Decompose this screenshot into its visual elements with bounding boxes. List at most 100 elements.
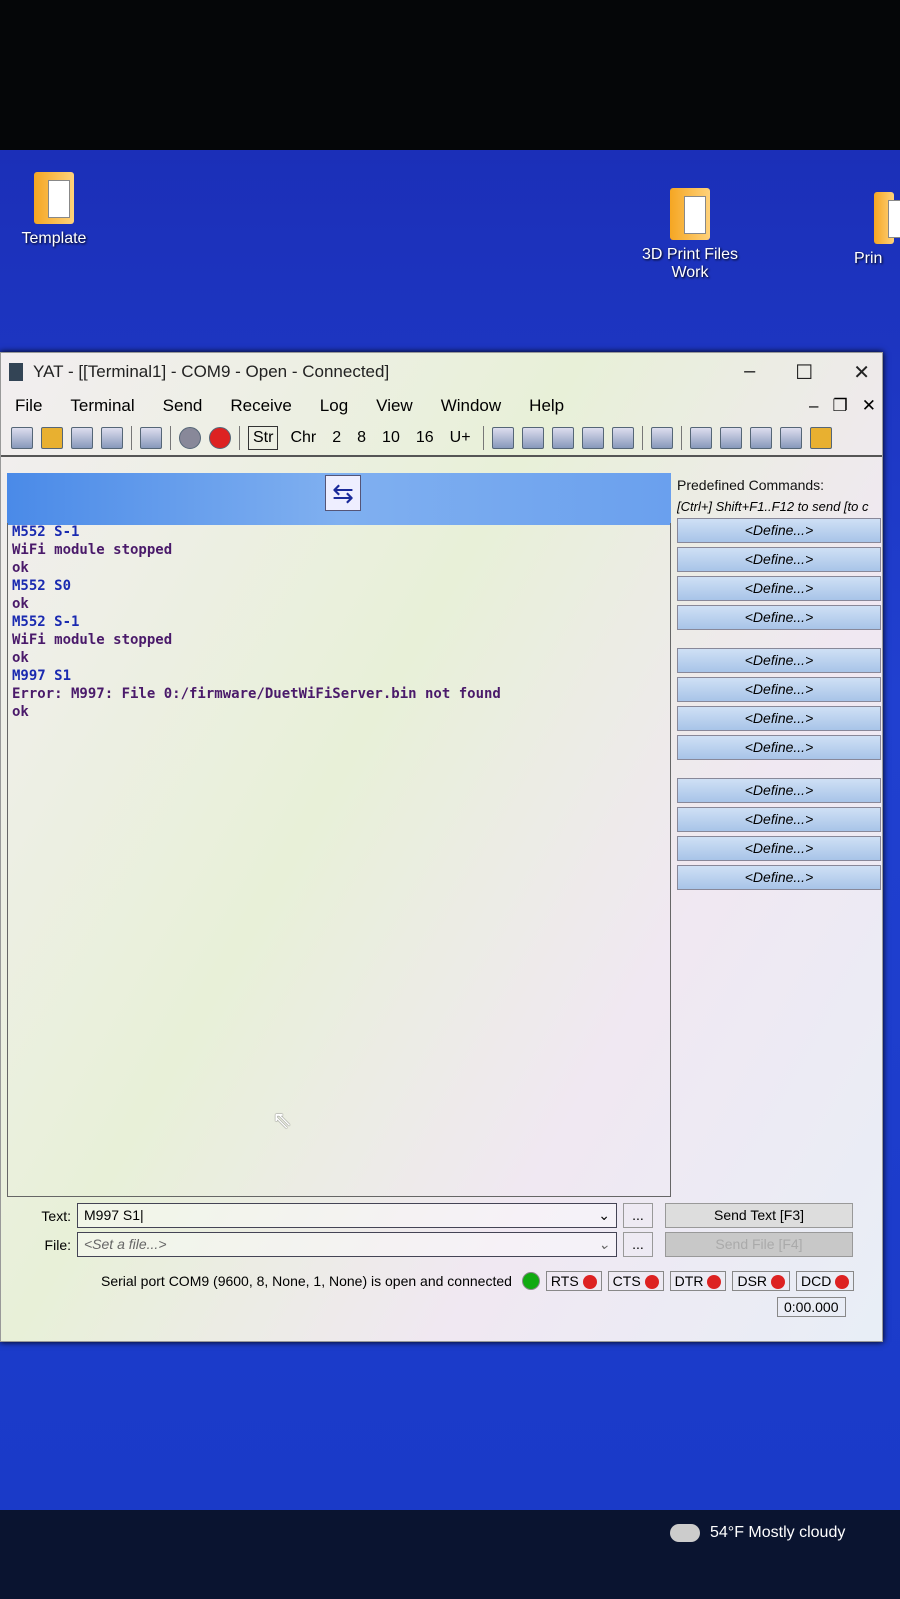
chevron-down-icon[interactable]: ⌄ (598, 1204, 616, 1227)
predefined-hint: [Ctrl+] Shift+F1..F12 to send [to c (677, 499, 869, 514)
send-panel: Text: M997 S1 | ⌄ ... Send Text [F3] File:… (31, 1201, 861, 1259)
print-icon[interactable] (611, 427, 634, 449)
find-icon[interactable] (650, 427, 673, 449)
connection-timer: 0:00.000 (777, 1297, 846, 1317)
radix-str-button[interactable]: Str (248, 426, 279, 450)
connection-led-icon (521, 1272, 540, 1291)
terminal-line: ok (12, 596, 29, 612)
text-label: Text: (41, 1207, 71, 1224)
predefined-command-8-button[interactable]: <Define...> (677, 735, 881, 760)
close-port-icon[interactable] (209, 427, 231, 449)
mdi-close-button[interactable]: ✕ (862, 396, 876, 416)
terminal-line: ok (12, 560, 29, 576)
send-file-button[interactable]: Send File [F4] (665, 1232, 853, 1257)
chevron-down-icon[interactable]: ⌄ (598, 1233, 616, 1256)
menu-bar: File Terminal Send Receive Log View Wind… (1, 391, 882, 421)
desktop-icon-print[interactable]: Prin (820, 192, 900, 268)
title-bar: YAT - [[Terminal1] - COM9 - Open - Conne… (1, 353, 882, 391)
log-view-icon[interactable] (779, 427, 802, 449)
menu-log[interactable]: Log (320, 396, 348, 416)
log-on-icon[interactable] (719, 427, 742, 449)
log-settings-icon[interactable] (689, 427, 712, 449)
close-button[interactable]: ✕ (853, 360, 870, 385)
terminal-output[interactable]: M552 S-1 WiFi module stopped ok M552 S0 ok M5… (7, 523, 671, 1197)
pin-dsr: DSR (732, 1271, 791, 1292)
menu-file[interactable]: File (15, 396, 42, 416)
folder-icon (874, 192, 900, 244)
mdi-minimize-button[interactable]: – (809, 396, 818, 416)
pin-dtr[interactable]: DTR (669, 1271, 727, 1292)
terminal-line: M997 S1 (12, 668, 72, 684)
predefined-command-7-button[interactable]: <Define...> (677, 706, 881, 731)
predefined-command-10-button[interactable]: <Define...> (677, 807, 881, 832)
status-bar: Serial port COM9 (9600, 8, None, 1, None… (101, 1271, 855, 1292)
menu-view[interactable]: View (376, 396, 413, 416)
open-port-icon[interactable] (179, 427, 201, 449)
desktop-icon-3d-print-files[interactable]: 3D Print Files Work (630, 188, 750, 282)
settings-edit-icon[interactable] (140, 427, 162, 449)
pin-dcd: DCD (796, 1271, 855, 1292)
yat-window: YAT - [[Terminal1] - COM9 - Open - Conne… (0, 352, 883, 1342)
send-text-button[interactable]: Send Text [F3] (665, 1203, 853, 1228)
terminal-header: ⇆ (7, 473, 671, 525)
status-message: Serial port COM9 (9600, 8, None, 1, None… (101, 1273, 512, 1290)
terminal-line: Error: M997: File 0:/firmware/DuetWiFiSe… (12, 686, 501, 702)
predefined-command-4-button[interactable]: <Define...> (677, 605, 881, 630)
app-icon (9, 363, 23, 381)
predefined-command-6-button[interactable]: <Define...> (677, 677, 881, 702)
radix-10-button[interactable]: 10 (378, 427, 404, 449)
send-file-input[interactable]: <Set a file...> ⌄ (77, 1232, 617, 1257)
open-folder-icon[interactable] (41, 427, 63, 449)
predefined-command-2-button[interactable]: <Define...> (677, 547, 881, 572)
cloud-icon (670, 1524, 700, 1542)
terminal-line: WiFi module stopped (12, 542, 173, 558)
pin-cts: CTS (607, 1271, 664, 1292)
log-off-icon[interactable] (749, 427, 772, 449)
predefined-command-12-button[interactable]: <Define...> (677, 865, 881, 890)
terminal-line: ok (12, 650, 29, 666)
folder-icon (34, 172, 74, 224)
desktop-icon-template[interactable]: Template (0, 172, 114, 248)
refresh-icon[interactable] (521, 427, 544, 449)
terminal-line: ok (12, 704, 29, 720)
terminal-line: M552 S-1 (12, 614, 80, 630)
predefined-command-3-button[interactable]: <Define...> (677, 576, 881, 601)
predefined-command-9-button[interactable]: <Define...> (677, 778, 881, 803)
copy-icon[interactable] (551, 427, 574, 449)
send-text-input[interactable]: M997 S1 | ⌄ (77, 1203, 617, 1228)
new-terminal-icon[interactable] (11, 427, 33, 449)
radix-16-button[interactable]: 16 (412, 427, 438, 449)
save-as-icon[interactable] (101, 427, 123, 449)
swap-direction-icon[interactable]: ⇆ (325, 475, 361, 511)
file-more-button[interactable]: ... (623, 1232, 653, 1257)
predefined-command-5-button[interactable]: <Define...> (677, 648, 881, 673)
text-more-button[interactable]: ... (623, 1203, 653, 1228)
menu-window[interactable]: Window (441, 396, 501, 416)
radix-chr-button[interactable]: Chr (286, 427, 320, 449)
mdi-restore-button[interactable]: ❐ (833, 396, 848, 416)
radix-2-button[interactable]: 2 (328, 427, 345, 449)
weather-widget[interactable]: 54°F Mostly cloudy (670, 1524, 845, 1542)
save-icon[interactable] (71, 427, 93, 449)
predefined-commands-panel: Predefined Commands: [Ctrl+] Shift+F1..F… (677, 477, 881, 894)
window-title: YAT - [[Terminal1] - COM9 - Open - Conne… (33, 362, 390, 381)
radix-unicode-button[interactable]: U+ (446, 427, 475, 449)
clear-icon[interactable] (491, 427, 514, 449)
save-to-file-icon[interactable] (581, 427, 604, 449)
menu-help[interactable]: Help (529, 396, 564, 416)
log-folder-icon[interactable] (809, 427, 832, 449)
maximize-button[interactable]: ☐ (795, 360, 813, 385)
menu-send[interactable]: Send (163, 396, 203, 416)
taskbar: 54°F Mostly cloudy (0, 1510, 900, 1599)
terminal-line: WiFi module stopped (12, 632, 173, 648)
pin-rts[interactable]: RTS (545, 1271, 602, 1292)
terminal-line: M552 S-1 (12, 524, 80, 540)
radix-8-button[interactable]: 8 (353, 427, 370, 449)
menu-receive[interactable]: Receive (230, 396, 291, 416)
menu-terminal[interactable]: Terminal (70, 396, 134, 416)
predefined-command-1-button[interactable]: <Define...> (677, 518, 881, 543)
file-label: File: (44, 1236, 71, 1253)
minimize-button[interactable]: – (744, 360, 755, 385)
predefined-title: Predefined Commands: (677, 477, 825, 493)
predefined-command-11-button[interactable]: <Define...> (677, 836, 881, 861)
